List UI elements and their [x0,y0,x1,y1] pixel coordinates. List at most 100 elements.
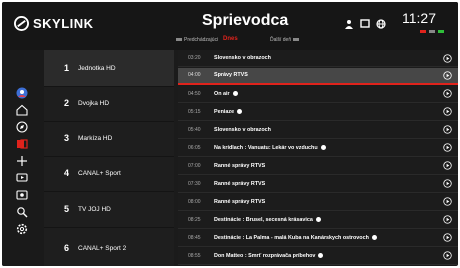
settings-icon[interactable] [16,222,28,235]
channel-row[interactable]: 4 CANAL+ Sport [44,155,174,192]
play-icon[interactable] [443,89,452,98]
programme-row[interactable]: 06:05 Na krídlach : Vanuatu: Lekár vo vz… [178,139,458,157]
programme-title: Ranné správy RTVS [214,162,266,169]
info-badge-icon [237,108,243,114]
programme-title-text: Don Matteo : Smrť rozprávača príbehov [214,252,316,259]
play-icon[interactable] [443,161,452,170]
color-key-indicators [420,30,444,33]
person-icon[interactable] [344,16,354,29]
programme-row[interactable]: 08:00 Ranné správy RTVS [178,193,458,211]
add-icon[interactable] [16,154,28,166]
programme-row[interactable]: 05:15 Peniaze [178,103,458,121]
header-icons [344,16,386,29]
programme-row[interactable]: 08:55 Don Matteo : Smrť rozprávača príbe… [178,247,458,265]
channel-number: 2 [64,98,70,108]
programme-title: Ranné správy RTVS [214,180,266,187]
previous-day-label: Predchádzajúci [184,37,219,43]
grey-key-icon [429,30,435,33]
recordings-icon[interactable] [16,137,28,149]
next-day-button[interactable]: Ďalší deň [270,37,301,43]
programme-time: 07:30 [188,180,201,187]
programme-title: On air [214,91,443,97]
channel-number: 1 [64,63,70,73]
programme-title-text: On air [214,90,230,97]
programme-time: 08:45 [188,234,201,241]
channel-number: 5 [64,204,70,214]
play-icon[interactable] [443,251,452,260]
programme-row[interactable]: 07:30 Ranné správy RTVS [178,175,458,193]
devices-icon[interactable] [360,16,370,28]
play-icon[interactable] [443,53,452,63]
info-badge-icon [232,90,238,96]
play-icon[interactable] [443,197,452,206]
programme-row[interactable]: 04:50 On air [178,85,458,103]
channel-name: CANAL+ Sport [78,169,121,177]
programme-time: 05:40 [188,126,201,133]
channel-name: CANAL+ Sport 2 [78,244,127,252]
programme-row[interactable]: 08:25 Destinácie : Brusel, secesná krása… [178,211,458,229]
play-icon[interactable] [443,107,452,116]
play-icon[interactable] [443,143,452,152]
programme-title: Destinácie : La Palma - malá Kuba na Kan… [214,235,443,241]
programme-time: 06:05 [188,144,201,151]
info-badge-icon [371,234,377,240]
channel-row[interactable]: 2 Dvojka HD [44,85,174,122]
programme-row[interactable]: 08:45 Destinácie : La Palma - malá Kuba … [178,229,458,247]
icon-rail [2,50,44,266]
tv-icon[interactable] [16,171,28,183]
globe-icon[interactable] [376,16,386,29]
programme-row[interactable]: 07:00 Ranné správy RTVS [178,157,458,175]
clock: 11:27 [402,10,436,26]
next-day-label: Ďalší deň [270,37,292,43]
play-icon[interactable] [443,179,452,188]
channel-name: TV JOJ HD [78,205,111,213]
programme-title: Správy RTVS [214,72,248,79]
programme-title-text: Destinácie : La Palma - malá Kuba na Kan… [214,234,369,241]
channel-row[interactable]: 6 CANAL+ Sport 2 [44,230,174,266]
green-key-icon [438,30,444,33]
previous-day-button[interactable]: Predchádzajúci [174,37,218,43]
skylink-logo-icon [14,16,29,31]
channel-row[interactable]: 3 Markíza HD [44,120,174,157]
programme-row[interactable]: 03:20 Slovensko v obrazoch [178,50,458,68]
channel-row[interactable]: 5 TV JOJ HD [44,191,174,228]
programme-title: Slovensko v obrazoch [214,55,271,62]
play-icon[interactable] [443,125,452,134]
next-day-key-icon [293,38,300,42]
play-icon[interactable] [443,215,452,224]
today-button[interactable]: Dnes [223,36,238,42]
programme-time: 07:00 [188,162,201,169]
programme-time: 04:00 [188,72,201,79]
programme-title-text: Peniaze [214,108,235,115]
programme-title: Na krídlach : Vanuatu: Lekár vo vzduchu [214,145,443,151]
programme-title: Ranné správy RTVS [214,198,266,205]
skylink-logo: SKYLINK [14,16,94,31]
programme-time: 08:55 [188,252,201,259]
programme-title: Slovensko v obrazoch [214,126,271,133]
programme-time: 08:00 [188,198,201,205]
info-badge-icon [320,144,326,150]
programme-row[interactable]: 05:40 Slovensko v obrazoch [178,121,458,139]
play-icon[interactable] [443,70,452,80]
channel-name: Markíza HD [78,134,113,142]
compass-icon[interactable] [16,120,28,133]
programme-title-text: Destinácie : Brusel, secesná krásavica [214,216,313,223]
page-title: Sprievodca [202,12,289,29]
profile-icon[interactable] [16,86,28,99]
channel-number: 3 [64,133,70,143]
logo-text: SKYLINK [33,16,94,31]
channel-number: 6 [64,243,70,253]
channel-row[interactable]: 1 Jednotka HD [44,50,174,87]
tv-guide-screen: SKYLINK Sprievodca Predchádzajúci Dnes Ď… [2,2,458,266]
channel-name: Jednotka HD [78,64,116,72]
programme-title: Peniaze [214,109,443,115]
search-icon[interactable] [16,205,28,218]
home-icon[interactable] [16,103,28,116]
programme-title: Don Matteo : Smrť rozprávača príbehov [214,253,443,259]
channel-list: 1 Jednotka HD 2 Dvojka HD 3 Markíza HD 4… [44,50,174,266]
programme-row-current[interactable]: 04:00 Správy RTVS [178,67,458,85]
play-icon[interactable] [443,233,452,242]
channel-number: 4 [64,168,70,178]
info-badge-icon [315,216,321,222]
guide-icon[interactable] [16,188,28,200]
